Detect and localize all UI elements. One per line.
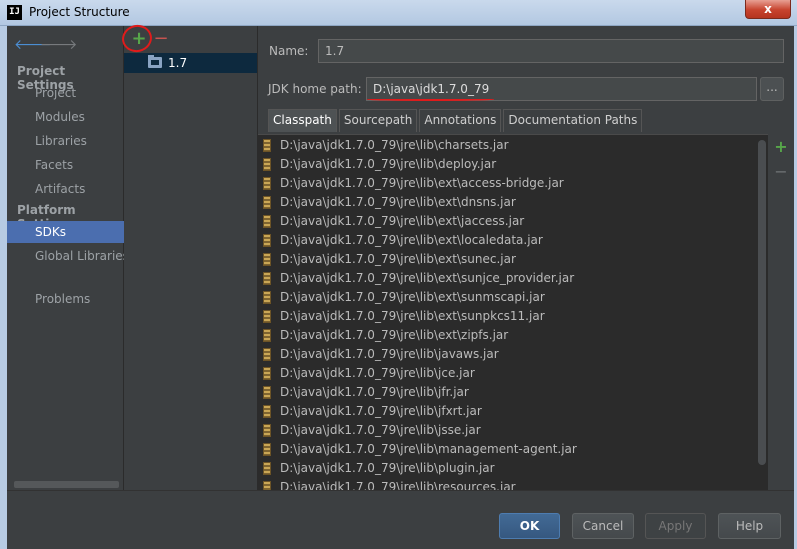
annotation-circle xyxy=(119,22,155,55)
classpath-row-label: D:\java\jdk1.7.0_79\jre\lib\jfxrt.jar xyxy=(280,404,482,418)
classpath-row-label: D:\java\jdk1.7.0_79\jre\lib\ext\localeda… xyxy=(280,233,543,247)
close-window-button[interactable]: x xyxy=(745,0,791,19)
name-label: Name: xyxy=(269,44,309,58)
classpath-row[interactable]: D:\java\jdk1.7.0_79\jre\lib\ext\zipfs.ja… xyxy=(258,326,758,345)
classpath-row[interactable]: D:\java\jdk1.7.0_79\jre\lib\ext\access-b… xyxy=(258,174,758,193)
sdk-list-item[interactable]: 1.7 xyxy=(124,53,257,73)
nav-item-libraries[interactable]: Libraries xyxy=(7,130,124,152)
classpath-row[interactable]: D:\java\jdk1.7.0_79\jre\lib\jce.jar xyxy=(258,364,758,383)
jar-icon xyxy=(263,158,271,171)
window-frame-left xyxy=(0,26,7,549)
arrow-left-icon[interactable]: 🡐 xyxy=(14,36,52,54)
classpath-row-label: D:\java\jdk1.7.0_79\jre\lib\charsets.jar xyxy=(280,138,509,152)
arrow-right-icon[interactable]: 🡒 xyxy=(40,36,78,54)
jar-icon xyxy=(263,386,271,399)
jar-icon xyxy=(263,272,271,285)
classpath-row[interactable]: D:\java\jdk1.7.0_79\jre\lib\javaws.jar xyxy=(258,345,758,364)
classpath-row-label: D:\java\jdk1.7.0_79\jre\lib\deploy.jar xyxy=(280,157,497,171)
classpath-row-label: D:\java\jdk1.7.0_79\jre\lib\plugin.jar xyxy=(280,461,495,475)
jar-icon xyxy=(263,291,271,304)
title-bar: IJ Project Structure x xyxy=(0,0,797,26)
classpath-row[interactable]: D:\java\jdk1.7.0_79\jre\lib\ext\sunpkcs1… xyxy=(258,307,758,326)
classpath-row[interactable]: D:\java\jdk1.7.0_79\jre\lib\ext\sunmscap… xyxy=(258,288,758,307)
classpath-row[interactable]: D:\java\jdk1.7.0_79\jre\lib\ext\sunec.ja… xyxy=(258,250,758,269)
nav-item-modules[interactable]: Modules xyxy=(7,106,124,128)
classpath-row[interactable]: D:\java\jdk1.7.0_79\jre\lib\ext\localeda… xyxy=(258,231,758,250)
name-field[interactable]: 1.7 xyxy=(318,39,784,63)
nav-horizontal-scrollbar[interactable] xyxy=(14,481,119,488)
jar-icon xyxy=(263,139,271,152)
sdk-folder-icon xyxy=(148,55,162,68)
window-title: Project Structure xyxy=(29,5,130,19)
history-arrows: 🡐 🡒 xyxy=(14,36,78,54)
classpath-row[interactable]: D:\java\jdk1.7.0_79\jre\lib\jfr.jar xyxy=(258,383,758,402)
tab-sourcepath[interactable]: Sourcepath xyxy=(338,109,418,132)
classpath-row[interactable]: D:\java\jdk1.7.0_79\jre\lib\charsets.jar xyxy=(258,136,758,155)
help-button[interactable]: Help xyxy=(718,513,781,539)
nav-item-artifacts[interactable]: Artifacts xyxy=(7,178,124,200)
jar-icon xyxy=(263,481,271,490)
nav-item-project[interactable]: Project xyxy=(7,82,124,104)
classpath-row-label: D:\java\jdk1.7.0_79\jre\lib\javaws.jar xyxy=(280,347,499,361)
nav-item-sdks[interactable]: SDKs xyxy=(7,221,124,243)
remove-sdk-button[interactable]: − xyxy=(153,29,169,49)
cancel-button[interactable]: Cancel xyxy=(572,513,634,539)
classpath-row-label: D:\java\jdk1.7.0_79\jre\lib\jce.jar xyxy=(280,366,475,380)
classpath-row-label: D:\java\jdk1.7.0_79\jre\lib\jsse.jar xyxy=(280,423,481,437)
jar-icon xyxy=(263,310,271,323)
classpath-row[interactable]: D:\java\jdk1.7.0_79\jre\lib\plugin.jar xyxy=(258,459,758,478)
classpath-row[interactable]: D:\java\jdk1.7.0_79\jre\lib\ext\jaccess.… xyxy=(258,212,758,231)
jar-icon xyxy=(263,443,271,456)
jar-icon xyxy=(263,424,271,437)
browse-button[interactable]: ... xyxy=(760,77,784,101)
tab-annotations[interactable]: Annotations xyxy=(419,109,502,132)
classpath-row-label: D:\java\jdk1.7.0_79\jre\lib\jfr.jar xyxy=(280,385,469,399)
classpath-row-label: D:\java\jdk1.7.0_79\jre\lib\ext\dnsns.ja… xyxy=(280,195,516,209)
add-path-button[interactable]: + xyxy=(773,138,789,156)
intellij-app-icon: IJ xyxy=(7,5,22,20)
classpath-row[interactable]: D:\java\jdk1.7.0_79\jre\lib\ext\dnsns.ja… xyxy=(258,193,758,212)
jar-icon xyxy=(263,462,271,475)
classpath-row-label: D:\java\jdk1.7.0_79\jre\lib\ext\sunpkcs1… xyxy=(280,309,545,323)
classpath-row[interactable]: D:\java\jdk1.7.0_79\jre\lib\jsse.jar xyxy=(258,421,758,440)
nav-item-problems[interactable]: Problems xyxy=(7,288,124,310)
jar-icon xyxy=(263,196,271,209)
nav-item-global-libraries[interactable]: Global Libraries xyxy=(7,245,124,267)
classpath-row[interactable]: D:\java\jdk1.7.0_79\jre\lib\deploy.jar xyxy=(258,155,758,174)
classpath-row[interactable]: D:\java\jdk1.7.0_79\jre\lib\jfxrt.jar xyxy=(258,402,758,421)
jar-icon xyxy=(263,234,271,247)
classpath-row[interactable]: D:\java\jdk1.7.0_79\jre\lib\management-a… xyxy=(258,440,758,459)
nav-item-facets[interactable]: Facets xyxy=(7,154,124,176)
classpath-row-label: D:\java\jdk1.7.0_79\jre\lib\ext\access-b… xyxy=(280,176,564,190)
jar-icon xyxy=(263,329,271,342)
tab-documentation-paths[interactable]: Documentation Paths xyxy=(503,109,643,132)
sdk-list-panel: + − 1.7 xyxy=(119,22,258,490)
jar-icon xyxy=(263,405,271,418)
classpath-row-label: D:\java\jdk1.7.0_79\jre\lib\management-a… xyxy=(280,442,577,456)
settings-nav-panel: 🡐 🡒 Project Settings Project Modules Lib… xyxy=(7,26,124,490)
classpath-scrollbar[interactable] xyxy=(758,140,766,465)
apply-button[interactable]: Apply xyxy=(645,513,706,539)
classpath-row-label: D:\java\jdk1.7.0_79\jre\lib\ext\sunjce_p… xyxy=(280,271,575,285)
classpath-row-label: D:\java\jdk1.7.0_79\jre\lib\resources.ja… xyxy=(280,480,516,490)
jar-icon xyxy=(263,367,271,380)
ok-button[interactable]: OK xyxy=(499,513,560,539)
jar-icon xyxy=(263,215,271,228)
classpath-row-label: D:\java\jdk1.7.0_79\jre\lib\ext\sunec.ja… xyxy=(280,252,516,266)
classpath-row-label: D:\java\jdk1.7.0_79\jre\lib\ext\jaccess.… xyxy=(280,214,525,228)
sdk-tabs: Classpath Sourcepath Annotations Documen… xyxy=(268,109,644,132)
classpath-row-label: D:\java\jdk1.7.0_79\jre\lib\ext\sunmscap… xyxy=(280,290,545,304)
tab-classpath[interactable]: Classpath xyxy=(268,109,337,132)
jar-icon xyxy=(263,253,271,266)
jar-icon xyxy=(263,177,271,190)
classpath-row[interactable]: D:\java\jdk1.7.0_79\jre\lib\ext\sunjce_p… xyxy=(258,269,758,288)
classpath-list[interactable]: D:\java\jdk1.7.0_79\jre\lib\charsets.jar… xyxy=(258,134,768,490)
classpath-row-label: D:\java\jdk1.7.0_79\jre\lib\ext\zipfs.ja… xyxy=(280,328,509,342)
classpath-row[interactable]: D:\java\jdk1.7.0_79\jre\lib\resources.ja… xyxy=(258,478,758,490)
sdk-list-item-label: 1.7 xyxy=(168,56,188,70)
remove-path-button[interactable]: − xyxy=(773,163,789,181)
jar-icon xyxy=(263,348,271,361)
annotation-underline xyxy=(367,98,494,101)
jdk-home-label: JDK home path: xyxy=(268,82,362,96)
